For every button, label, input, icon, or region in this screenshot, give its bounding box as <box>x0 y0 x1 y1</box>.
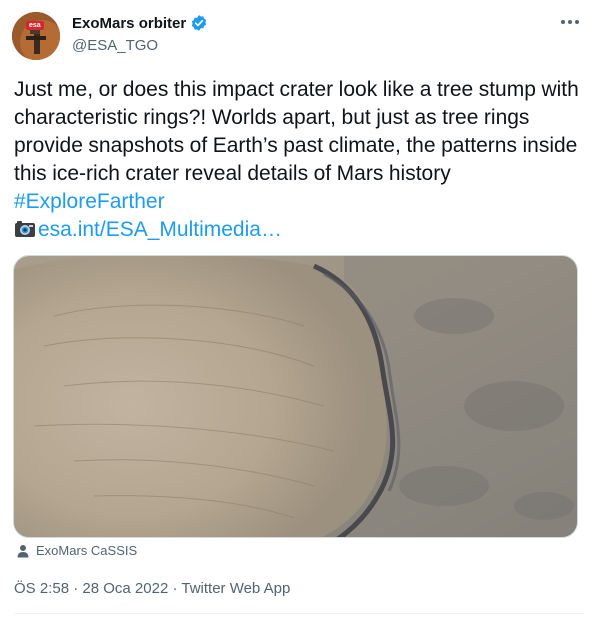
tweet-metadata: ÖS 2:58 · 28 Oca 2022 · Twitter Web App <box>14 580 290 597</box>
tweet-date[interactable]: 28 Oca 2022 <box>82 580 168 597</box>
tweet-source[interactable]: Twitter Web App <box>181 580 290 597</box>
meta-separator: · <box>69 580 83 597</box>
tweet-card: esa ExoMars orbiter @ESA_TGO Just me, or… <box>0 0 599 631</box>
tagged-user-name: ExoMars CaSSIS <box>36 543 138 558</box>
handle[interactable]: @ESA_TGO <box>72 37 158 54</box>
hashtag-link[interactable]: #ExploreFarther <box>14 190 165 213</box>
tweet-time[interactable]: ÖS 2:58 <box>14 580 69 597</box>
avatar[interactable]: esa <box>12 12 60 60</box>
crater-image <box>14 256 577 537</box>
tweet-image[interactable] <box>13 255 578 538</box>
display-name[interactable]: ExoMars orbiter <box>72 15 186 32</box>
more-options-icon[interactable] <box>556 12 584 32</box>
tweet-text: Just me, or does this impact crater look… <box>14 76 584 244</box>
verified-badge-icon <box>192 15 207 31</box>
meta-separator: · <box>168 580 182 597</box>
esa-logo: esa <box>26 21 44 30</box>
tagged-users[interactable]: ExoMars CaSSIS <box>16 543 137 558</box>
person-icon <box>17 544 29 557</box>
camera-icon <box>14 218 36 237</box>
author-name-row: ExoMars orbiter <box>72 14 208 32</box>
divider <box>14 613 584 614</box>
external-link[interactable]: esa.int/ESA_Multimedia… <box>38 218 282 241</box>
avatar-image <box>12 12 60 60</box>
tweet-body: Just me, or does this impact crater look… <box>14 78 579 185</box>
